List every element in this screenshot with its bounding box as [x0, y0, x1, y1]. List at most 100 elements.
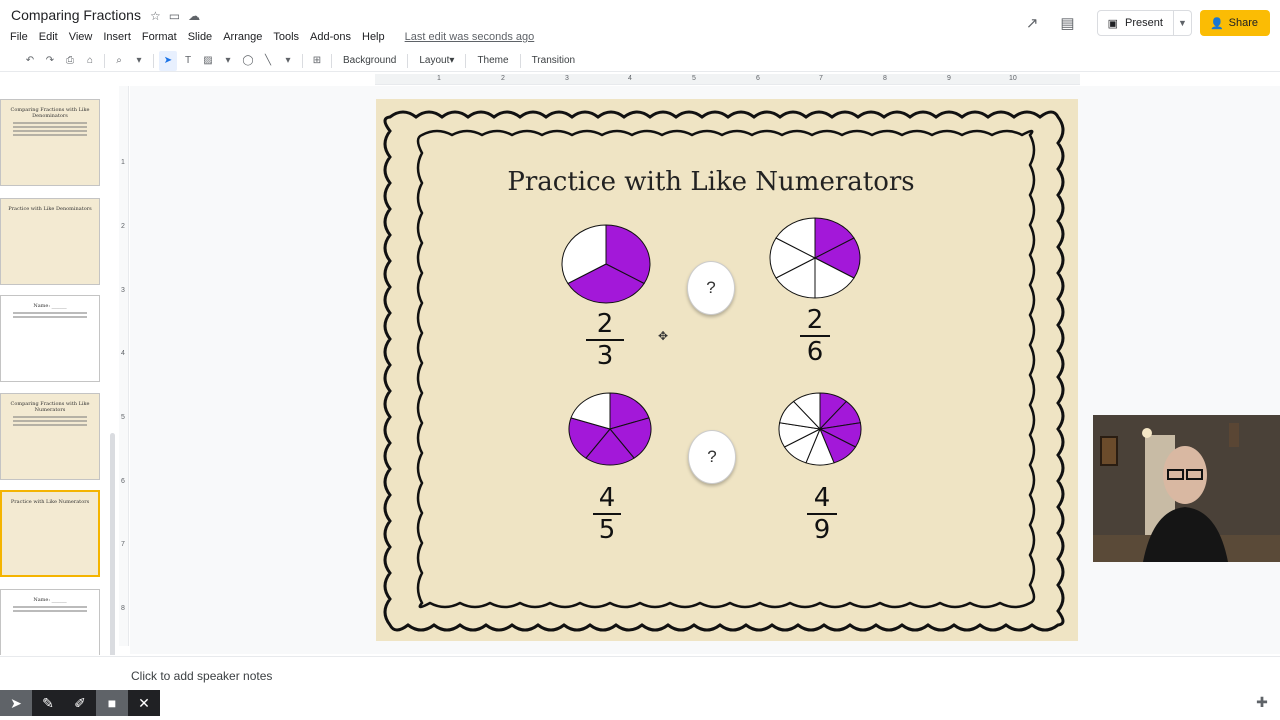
ruler-number: 3 — [121, 287, 125, 294]
toolbar-divider — [465, 53, 467, 68]
denominator: 3 — [596, 341, 614, 371]
share-button[interactable]: 👤 Share — [1199, 10, 1270, 36]
filmstrip-scrollbar[interactable] — [110, 433, 115, 655]
present-icon: ▣ — [1107, 17, 1119, 30]
ruler-number: 6 — [756, 75, 760, 82]
menu-format[interactable]: Format — [137, 31, 183, 43]
slide-thumbnail[interactable]: Comparing Fractions with Like Denominato… — [0, 99, 100, 186]
denominator: 5 — [598, 515, 616, 545]
thumbnail-title: Name: ______ — [33, 597, 67, 603]
highlighter-tool-icon[interactable]: ✐ — [64, 690, 96, 716]
compare-symbol-bubble[interactable]: ? — [688, 430, 736, 484]
fraction-label[interactable]: 4 9 — [807, 485, 837, 543]
line-icon[interactable]: ╲ — [259, 51, 277, 71]
move-cursor-icon: ✥ — [658, 329, 669, 343]
image-icon[interactable]: ▨ — [199, 51, 217, 71]
close-icon[interactable]: ✕ — [128, 690, 160, 716]
folder-icon[interactable]: ▭ — [169, 9, 180, 23]
menu-tools[interactable]: Tools — [268, 31, 305, 43]
zoom-icon[interactable]: ⌕ — [110, 51, 128, 71]
slide-title[interactable]: Practice with Like Numerators — [376, 167, 1046, 197]
thumbnail-content — [13, 416, 87, 426]
fraction-circle-ninths[interactable] — [777, 391, 863, 467]
toolbar-divider — [153, 53, 154, 68]
background-button[interactable]: Background — [337, 51, 402, 71]
fraction-label[interactable]: 2 3 — [586, 311, 624, 369]
ruler-number: 10 — [1009, 75, 1017, 82]
star-icon[interactable]: ☆ — [150, 9, 161, 23]
document-title[interactable]: Comparing Fractions — [11, 7, 141, 23]
speaker-notes[interactable]: Click to add speaker notes — [0, 656, 1280, 692]
layout-label: Layout — [419, 55, 450, 66]
undo-icon[interactable]: ↶ — [21, 51, 39, 71]
menu-insert[interactable]: Insert — [98, 31, 137, 43]
slide-thumbnail[interactable]: Practice with Like Denominators — [0, 198, 100, 285]
menu-edit[interactable]: Edit — [34, 31, 64, 43]
thumbnail-title: Comparing Fractions with Like Denominato… — [10, 107, 90, 119]
fraction-circle-fifths[interactable] — [567, 391, 653, 467]
ruler-number: 4 — [628, 75, 632, 82]
thumbnail-title: Comparing Fractions with Like Numerators — [10, 401, 90, 413]
comments-icon[interactable]: ▤ — [1060, 14, 1074, 32]
camera-icon[interactable]: ■ — [96, 690, 128, 716]
activity-icon[interactable]: ↗ — [1026, 14, 1039, 32]
shape-icon[interactable]: ◯ — [239, 51, 257, 71]
layout-button[interactable]: Layout ▾ — [413, 51, 460, 71]
select-tool-icon[interactable]: ➤ — [159, 50, 177, 71]
menu-arrange[interactable]: Arrange — [218, 31, 268, 43]
ruler-number: 5 — [692, 75, 696, 82]
ruler-number: 1 — [121, 159, 125, 166]
add-comment-icon[interactable]: ⊞ — [308, 51, 326, 71]
numerator: 2 — [806, 305, 824, 335]
menu-addons[interactable]: Add-ons — [305, 31, 357, 43]
fraction-circle-sixths[interactable] — [768, 216, 862, 300]
numerator: 2 — [596, 309, 614, 339]
speaker-notes-placeholder[interactable]: Click to add speaker notes — [131, 669, 272, 683]
slide-thumbnail[interactable]: Name: ______ — [0, 295, 100, 382]
menu-slide[interactable]: Slide — [183, 31, 218, 43]
denominator: 6 — [806, 337, 824, 367]
cloud-status-icon[interactable]: ☁ — [188, 9, 200, 23]
filmstrip: Comparing Fractions with Like Denominato… — [0, 73, 119, 655]
menu-help[interactable]: Help — [357, 31, 391, 43]
present-label: Present — [1125, 17, 1163, 29]
vertical-ruler[interactable]: 1 2 3 4 5 6 7 8 — [119, 86, 129, 646]
thumbnail-content — [13, 122, 87, 136]
present-options-button[interactable]: ▼ — [1173, 10, 1192, 36]
last-edit-link[interactable]: Last edit was seconds ago — [405, 31, 535, 43]
text-box-icon[interactable]: T — [179, 51, 197, 71]
compare-symbol-bubble[interactable]: ? — [687, 261, 735, 315]
theme-button[interactable]: Theme — [471, 51, 514, 71]
toolbar-divider — [331, 53, 332, 68]
thumbnail-content — [13, 312, 87, 318]
title-icons: ☆ ▭ ☁ — [150, 9, 200, 23]
ruler-number: 6 — [121, 478, 125, 485]
paint-format-icon[interactable]: ⌂ — [81, 51, 99, 71]
ruler-number: 7 — [819, 75, 823, 82]
header-actions: ↗ ▤ ▣ Present ▼ 👤 Share — [1026, 10, 1280, 36]
transition-button[interactable]: Transition — [526, 51, 582, 71]
redo-icon[interactable]: ↷ — [41, 51, 59, 71]
current-slide[interactable]: Practice with Like Numerators 2 3 2 6 4 … — [376, 99, 1078, 641]
annotation-toolbar: ➤ ✎ ✐ ■ ✕ — [0, 690, 160, 716]
zoom-caret-icon[interactable]: ▾ — [130, 51, 148, 71]
line-caret-icon[interactable]: ▾ — [279, 51, 297, 71]
pointer-tool-icon[interactable]: ➤ — [0, 690, 32, 716]
fraction-label[interactable]: 2 6 — [800, 307, 830, 365]
horizontal-ruler[interactable]: 1 2 3 4 5 6 7 8 9 10 — [375, 74, 1080, 85]
pen-tool-icon[interactable]: ✎ — [32, 690, 64, 716]
fraction-circle-thirds[interactable] — [560, 223, 652, 305]
image-caret-icon[interactable]: ▾ — [219, 51, 237, 71]
explore-icon[interactable]: ✚ — [1252, 692, 1272, 712]
slide-thumbnail[interactable]: Comparing Fractions with Like Numerators — [0, 393, 100, 480]
print-icon[interactable]: ⎙ — [61, 51, 79, 71]
slide-thumbnail[interactable]: Name: ______ — [0, 589, 100, 655]
menu-file[interactable]: File — [0, 31, 34, 43]
toolbar-divider — [407, 53, 409, 68]
slide-thumbnail-active[interactable]: Practice with Like Numerators — [0, 490, 100, 577]
present-button[interactable]: ▣ Present — [1096, 10, 1174, 36]
menu-view[interactable]: View — [64, 31, 99, 43]
fraction-label[interactable]: 4 5 — [593, 485, 621, 543]
toolbar-divider — [104, 53, 105, 68]
ruler-number: 8 — [883, 75, 887, 82]
